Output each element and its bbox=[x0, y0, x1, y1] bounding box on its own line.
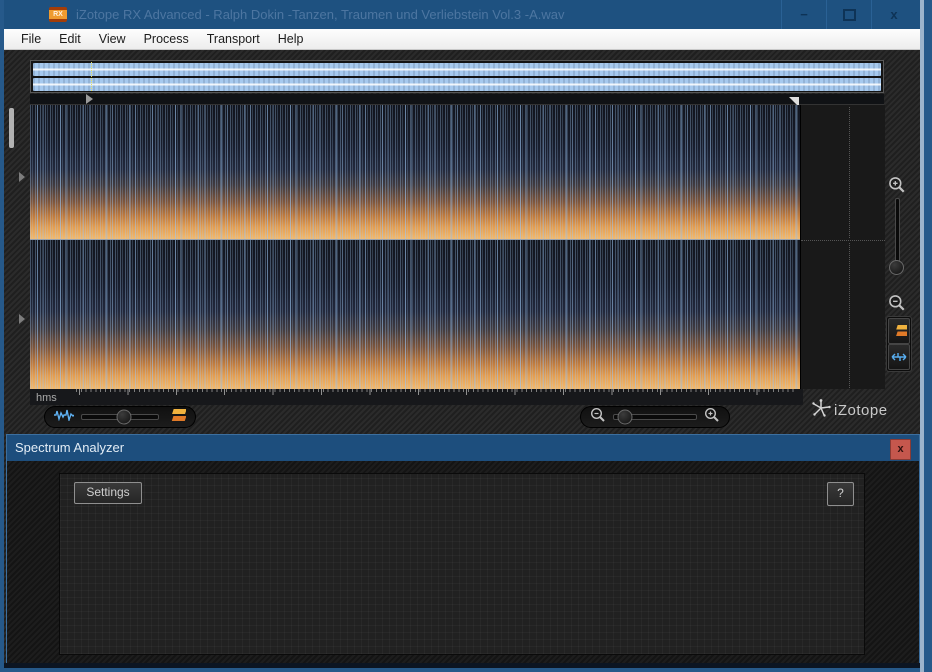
waveform-layer-icon bbox=[891, 353, 907, 361]
zoom-in-icon[interactable] bbox=[704, 407, 720, 428]
channel-marker-icon[interactable] bbox=[19, 314, 25, 324]
horizontal-scroll-strip[interactable] bbox=[30, 94, 884, 105]
zoom-out-icon[interactable] bbox=[590, 407, 606, 428]
minimize-icon: − bbox=[800, 6, 808, 22]
panel-title-bar[interactable]: Spectrum Analyzer x bbox=[7, 435, 919, 461]
spectrogram-display[interactable] bbox=[30, 105, 800, 389]
izotope-logo-text: iZotope bbox=[834, 402, 888, 419]
analyzer-inner-panel: Settings ? bbox=[59, 473, 865, 655]
help-button[interactable]: ? bbox=[827, 482, 854, 506]
app-icon-label: RX bbox=[53, 11, 63, 18]
scale-channel-2 bbox=[801, 240, 885, 390]
menu-item-edit[interactable]: Edit bbox=[50, 29, 90, 49]
window-controls: − x bbox=[781, 0, 916, 29]
overview-waveform-right bbox=[33, 78, 881, 91]
vertical-scrollbar[interactable] bbox=[9, 108, 14, 148]
menu-item-file[interactable]: File bbox=[12, 29, 50, 49]
blend-slider-track[interactable] bbox=[81, 409, 159, 425]
panel-close-icon: x bbox=[897, 443, 904, 455]
title-bar[interactable]: RX iZotope RX Advanced - Ralph Dokin -Ta… bbox=[4, 0, 920, 29]
spectrogram-layer-icon bbox=[896, 325, 907, 336]
horizontal-zoom-track[interactable] bbox=[613, 409, 697, 425]
zoom-in-icon[interactable] bbox=[888, 176, 906, 199]
ruler-unit-label: hms bbox=[36, 392, 57, 404]
app-icon: RX bbox=[49, 7, 67, 22]
waveform-icon bbox=[54, 408, 75, 426]
vertical-zoom-knob[interactable] bbox=[889, 260, 904, 275]
maximize-icon bbox=[842, 8, 856, 21]
panel-title: Spectrum Analyzer bbox=[15, 440, 125, 455]
window-frame-left bbox=[0, 0, 4, 672]
scale-panel bbox=[800, 105, 885, 389]
close-icon: x bbox=[890, 7, 898, 22]
spectrum-analyzer-panel: Spectrum Analyzer x Settings ? bbox=[6, 434, 920, 664]
blend-slider-group bbox=[44, 406, 196, 428]
spectrum-plot bbox=[70, 510, 870, 638]
spectrogram-icon bbox=[166, 408, 187, 427]
window-title: iZotope RX Advanced - Ralph Dokin -Tanze… bbox=[76, 7, 565, 22]
time-ruler[interactable]: hms bbox=[30, 389, 803, 405]
blend-slider-knob[interactable] bbox=[116, 409, 132, 425]
horizontal-zoom-knob[interactable] bbox=[617, 409, 633, 425]
spectrogram-layer-button[interactable] bbox=[888, 318, 910, 344]
waveform-layer-button[interactable] bbox=[888, 344, 910, 370]
layer-toggle-group bbox=[886, 316, 912, 372]
scale-channel-1 bbox=[801, 105, 885, 240]
zoom-rail bbox=[884, 105, 914, 389]
zoom-out-icon[interactable] bbox=[888, 294, 906, 317]
menu-bar: File Edit View Process Transport Help bbox=[4, 29, 920, 50]
menu-item-transport[interactable]: Transport bbox=[198, 29, 269, 49]
izotope-logo-icon bbox=[810, 398, 832, 423]
overview-selection-marker bbox=[91, 62, 93, 91]
app-window: RX iZotope RX Advanced - Ralph Dokin -Ta… bbox=[0, 0, 932, 672]
menu-item-process[interactable]: Process bbox=[135, 29, 198, 49]
window-frame-right bbox=[924, 0, 932, 672]
izotope-logo: iZotope bbox=[810, 398, 888, 423]
vertical-zoom-slider[interactable] bbox=[895, 198, 900, 268]
close-button[interactable]: x bbox=[871, 0, 916, 29]
menu-item-help[interactable]: Help bbox=[269, 29, 313, 49]
window-frame-bottom-border bbox=[0, 668, 932, 672]
panel-close-button[interactable]: x bbox=[890, 439, 911, 460]
maximize-button[interactable] bbox=[826, 0, 871, 29]
horizontal-zoom-group bbox=[580, 406, 730, 428]
overview-strip[interactable] bbox=[30, 60, 884, 93]
channel-marker-icon[interactable] bbox=[19, 172, 25, 182]
channel-left-spectrogram bbox=[30, 105, 800, 240]
position-marker-icon bbox=[86, 94, 93, 104]
channel-right-spectrogram bbox=[30, 240, 800, 389]
settings-button[interactable]: Settings bbox=[74, 482, 142, 504]
minimize-button[interactable]: − bbox=[781, 0, 826, 29]
overview-waveform-left bbox=[33, 63, 881, 76]
menu-item-view[interactable]: View bbox=[90, 29, 135, 49]
